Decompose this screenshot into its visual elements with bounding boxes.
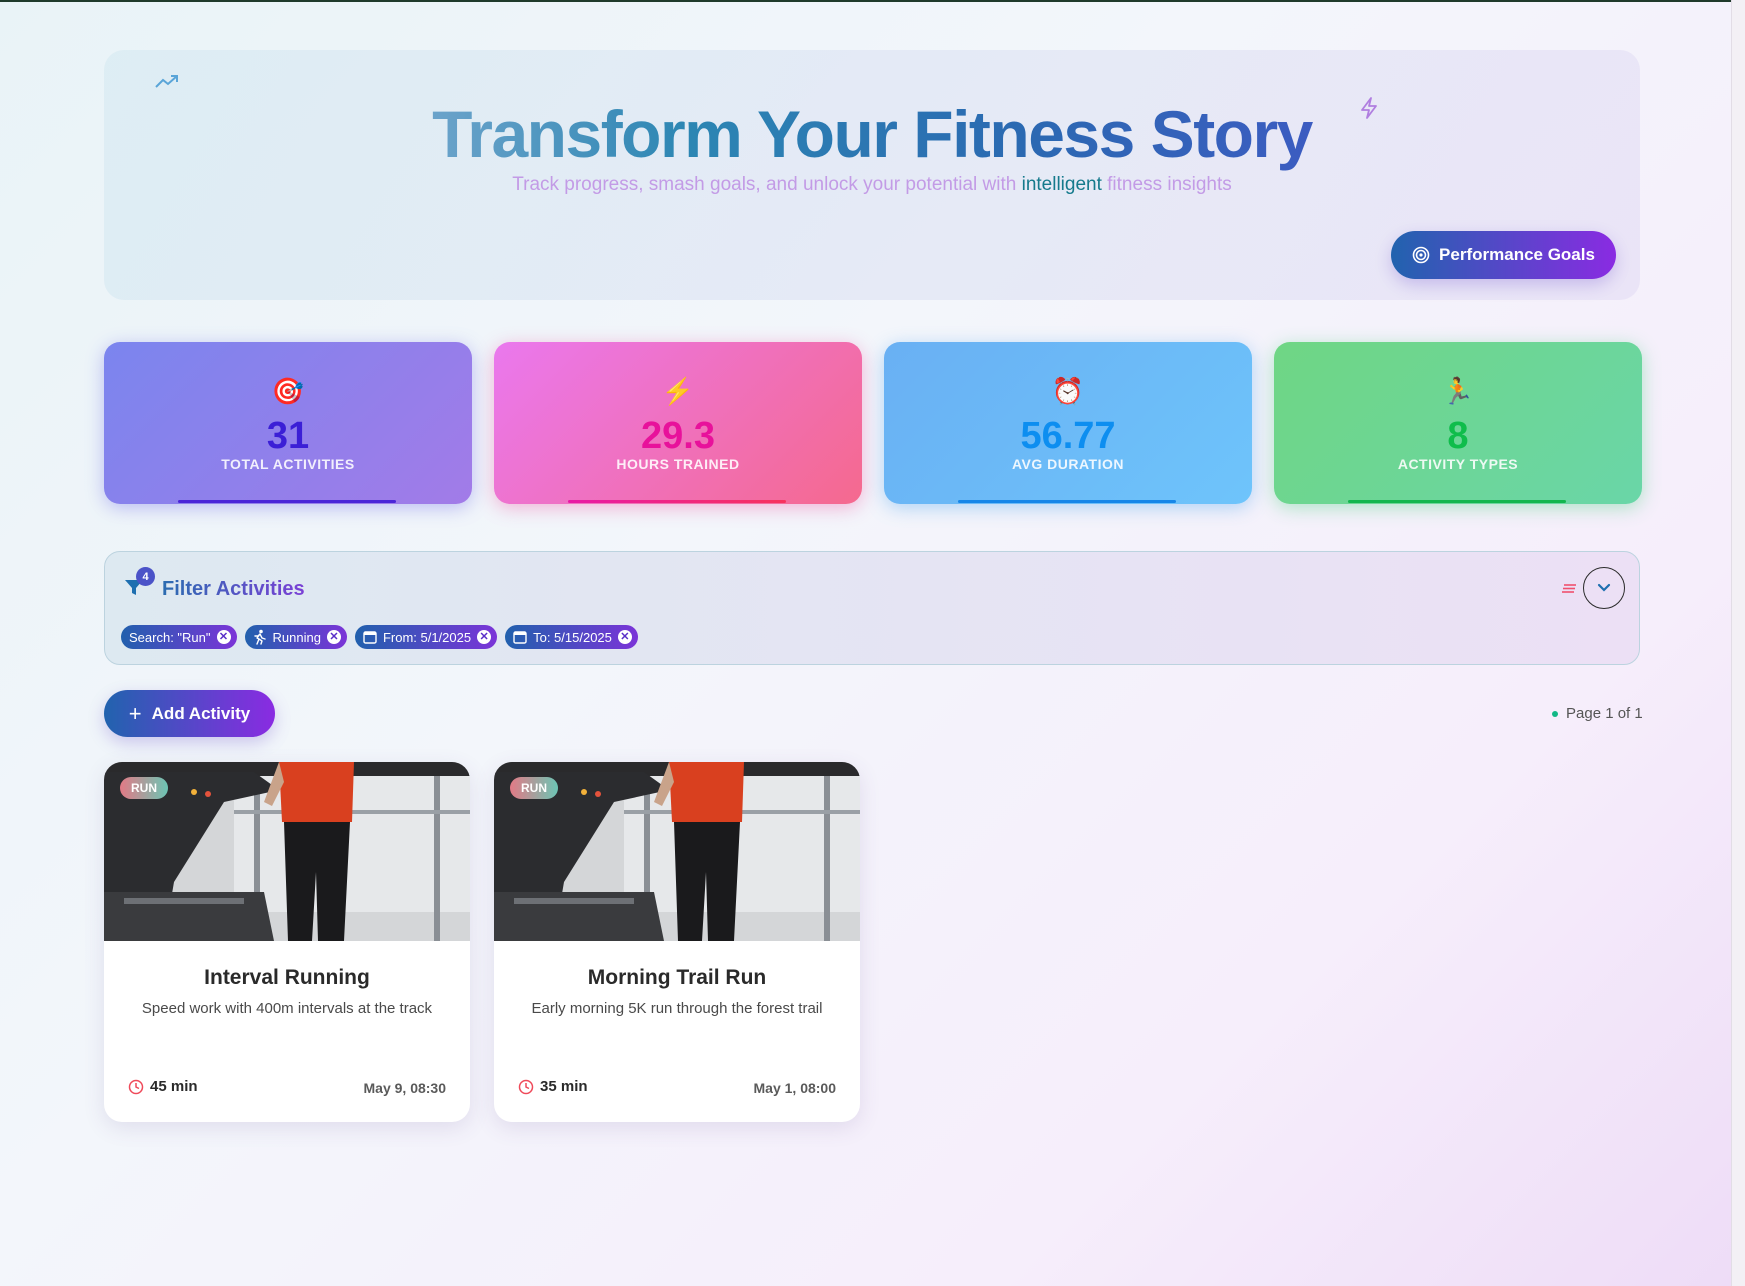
stat-underline	[568, 500, 786, 503]
add-activity-button[interactable]: + Add Activity	[104, 690, 275, 737]
page-title: Transform Your Fitness Story	[104, 96, 1640, 172]
lightning-icon: ⚡	[661, 376, 695, 406]
target-ring-icon	[1412, 246, 1430, 264]
trending-up-icon	[155, 75, 178, 88]
filter-chip-date-to[interactable]: To: 5/15/2025 ✕	[505, 625, 638, 649]
activity-date: May 1, 08:00	[753, 1080, 837, 1096]
status-dot	[1552, 710, 1558, 717]
stat-value: 29.3	[641, 415, 715, 457]
scrollbar[interactable]	[1731, 0, 1745, 1286]
stat-underline	[178, 500, 396, 503]
clear-filters-icon[interactable]	[1561, 582, 1577, 594]
stat-underline	[1348, 500, 1566, 503]
activity-duration: 45 min	[128, 1078, 198, 1095]
alarm-clock-icon: ⏰	[1051, 376, 1085, 406]
running-icon	[253, 629, 266, 645]
filter-chip-search[interactable]: Search: "Run" ✕	[121, 625, 237, 649]
page-info-text: Page 1 of 1	[1566, 705, 1643, 722]
active-filter-chips: Search: "Run" ✕ Running ✕ From: 5/1/2025…	[121, 625, 638, 649]
chip-label: Search: "Run"	[129, 629, 211, 645]
stat-value: 56.77	[1020, 415, 1116, 457]
pagination-info: Page 1 of 1	[1552, 705, 1643, 722]
plus-icon: +	[128, 700, 142, 726]
filter-expand-button[interactable]	[1583, 567, 1625, 609]
activity-card[interactable]: RUN Morning Trail Run Early morning 5K r…	[494, 762, 860, 1122]
activity-description: Early morning 5K run through the forest …	[531, 1000, 823, 1017]
chip-remove-icon[interactable]: ✕	[216, 630, 231, 644]
duration-text: 45 min	[150, 1078, 198, 1095]
filter-panel: 4 Filter Activities Search: "Run" ✕ Runn…	[104, 551, 1640, 665]
activity-type-badge: RUN	[510, 777, 558, 799]
runner-icon: 🏃	[1441, 376, 1475, 406]
chevron-down-icon	[1597, 583, 1611, 592]
filter-chip-date-from[interactable]: From: 5/1/2025 ✕	[354, 625, 498, 649]
page-subtitle: Track progress, smash goals, and unlock …	[104, 174, 1640, 196]
activity-date: May 9, 08:30	[363, 1080, 447, 1096]
stat-card-hours-trained: ⚡ 29.3 HOURS TRAINED	[494, 342, 862, 504]
duration-text: 35 min	[540, 1078, 588, 1095]
calendar-icon	[363, 631, 377, 644]
stat-underline	[958, 500, 1176, 503]
activity-description: Speed work with 400m intervals at the tr…	[141, 1000, 433, 1017]
chip-label: Running	[272, 629, 321, 645]
activity-card[interactable]: RUN Interval Running Speed work with 400…	[104, 762, 470, 1122]
clock-icon	[518, 1079, 534, 1094]
top-border	[0, 0, 1745, 2]
activity-duration: 35 min	[518, 1078, 588, 1095]
filter-count-badge: 4	[136, 567, 155, 586]
performance-goals-button[interactable]: Performance Goals	[1391, 231, 1616, 279]
filter-chip-running[interactable]: Running ✕	[244, 625, 347, 649]
activity-type-badge: RUN	[120, 777, 168, 799]
stat-card-total-activities: 🎯 31 TOTAL ACTIVITIES	[104, 342, 472, 504]
performance-goals-label: Performance Goals	[1439, 245, 1595, 264]
target-icon: 🎯	[271, 376, 305, 406]
add-activity-label: Add Activity	[151, 703, 251, 723]
stat-value: 8	[1447, 415, 1469, 457]
chip-label: From: 5/1/2025	[382, 629, 472, 645]
subtitle-text-end: fitness insights	[1101, 174, 1232, 195]
filter-title: Filter Activities	[162, 578, 305, 600]
chip-label: To: 5/15/2025	[533, 629, 612, 645]
stat-label: TOTAL ACTIVITIES	[221, 456, 355, 472]
stat-card-activity-types: 🏃 8 ACTIVITY TYPES	[1274, 342, 1642, 504]
stat-label: HOURS TRAINED	[616, 456, 740, 472]
stat-value: 31	[266, 415, 310, 457]
stat-card-avg-duration: ⏰ 56.77 AVG DURATION	[884, 342, 1252, 504]
activity-title: Interval Running	[204, 966, 370, 989]
subtitle-text: Track progress, smash goals, and unlock …	[512, 174, 1022, 195]
stat-label: ACTIVITY TYPES	[1397, 456, 1519, 472]
chip-remove-icon[interactable]: ✕	[617, 630, 632, 644]
activity-title: Morning Trail Run	[587, 966, 767, 989]
chip-remove-icon[interactable]: ✕	[477, 630, 492, 644]
stat-label: AVG DURATION	[1011, 456, 1125, 472]
subtitle-highlight: intelligent	[1021, 174, 1102, 195]
chip-remove-icon[interactable]: ✕	[326, 630, 341, 644]
clock-icon	[128, 1079, 144, 1094]
calendar-icon	[513, 631, 527, 644]
